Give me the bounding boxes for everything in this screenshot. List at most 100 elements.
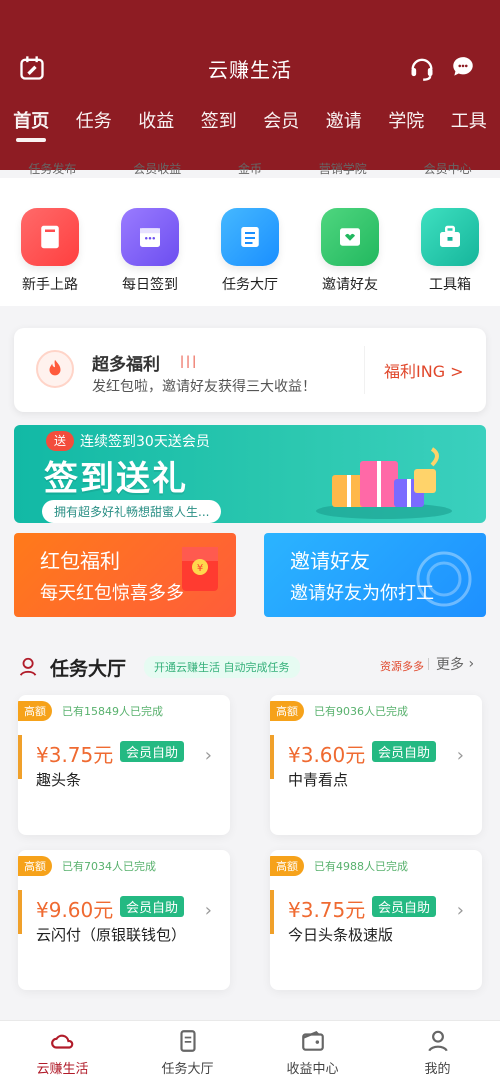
accent-stripe bbox=[18, 890, 22, 934]
user-outline-icon bbox=[19, 657, 37, 676]
more-link[interactable]: 更多 › bbox=[436, 654, 474, 674]
tab-invite[interactable]: 邀请 bbox=[313, 100, 376, 144]
bottom-nav-label: 收益中心 bbox=[286, 1061, 339, 1077]
task-card[interactable]: 高额 已有4988人已完成 ¥3.75元 会员自助 今日头条极速版 › bbox=[270, 850, 482, 990]
signin-banner-top: 连续签到30天送会员 bbox=[80, 434, 210, 450]
ghost-label: 会员中心 bbox=[423, 162, 472, 176]
signin-banner-sub: 拥有超多好礼畅想甜蜜人生... bbox=[42, 500, 222, 523]
document-icon bbox=[179, 1029, 196, 1052]
vip-badge: 会员自助 bbox=[372, 741, 437, 762]
welfare-link[interactable]: 福利ING > bbox=[384, 358, 464, 382]
chevron-right-icon: › bbox=[204, 900, 212, 921]
completed-count: 已有15849人已完成 bbox=[62, 705, 163, 718]
quick-action-label: 邀请好友 bbox=[322, 277, 378, 293]
redpacket-icon: ¥ bbox=[182, 547, 218, 591]
signin-banner[interactable]: 送 连续签到30天送会员 签到送礼 拥有超多好礼畅想甜蜜人生... bbox=[14, 425, 486, 523]
bottom-nav: 云赚生活 任务大厅 收益中心 我的 bbox=[0, 1020, 500, 1083]
user-icon bbox=[427, 1030, 448, 1051]
book-icon bbox=[21, 208, 79, 266]
signin-banner-title: 签到送礼 bbox=[44, 459, 188, 499]
top-nav: 首页 任务 收益 签到 会员 邀请 学院 工具 bbox=[0, 100, 500, 144]
invite-icon bbox=[321, 208, 379, 266]
welfare-card[interactable]: 超多福利 ||| 发红包啦，邀请好友获得三大收益！ 福利ING > bbox=[14, 328, 486, 412]
accent-stripe bbox=[18, 735, 22, 779]
vip-badge: 会员自助 bbox=[372, 896, 437, 917]
bottom-nav-earnings[interactable]: 收益中心 bbox=[250, 1021, 375, 1083]
ghost-label: 金币 bbox=[237, 162, 262, 176]
chevron-right-icon: › bbox=[456, 900, 464, 921]
accent-stripe bbox=[270, 735, 274, 779]
gift-badge: 送 bbox=[46, 431, 74, 451]
tab-academy[interactable]: 学院 bbox=[375, 100, 438, 144]
tab-home[interactable]: 首页 bbox=[0, 100, 63, 144]
calendar-icon bbox=[121, 208, 179, 266]
redpacket-subtitle: 每天红包惊喜多多 bbox=[40, 583, 184, 604]
divider bbox=[364, 346, 365, 394]
completed-count: 已有4988人已完成 bbox=[314, 860, 408, 873]
ghost-label: 会员收益 bbox=[133, 162, 182, 176]
bottom-nav-profile[interactable]: 我的 bbox=[375, 1021, 500, 1083]
ghost-label: 任务发布 bbox=[28, 162, 77, 176]
tab-tasks[interactable]: 任务 bbox=[63, 100, 126, 144]
completed-count: 已有9036人已完成 bbox=[314, 705, 408, 718]
quick-action-label: 任务大厅 bbox=[222, 277, 278, 293]
scrolled-labels: 任务发布 会员收益 金币 营销学院 会员中心 bbox=[0, 158, 500, 178]
wallet-icon bbox=[301, 1030, 324, 1051]
invite-card[interactable]: 邀请好友 邀请好友为你打工 bbox=[264, 533, 486, 617]
svg-text:¥: ¥ bbox=[197, 563, 203, 574]
task-price: ¥3.60元 bbox=[288, 743, 366, 767]
gift-boxes-icon bbox=[316, 447, 452, 519]
task-price: ¥3.75元 bbox=[288, 898, 366, 922]
tab-earnings[interactable]: 收益 bbox=[125, 100, 188, 144]
invite-card-title: 邀请好友 bbox=[290, 549, 370, 573]
quick-action-label: 每日签到 bbox=[122, 277, 178, 293]
quick-action-task-hall[interactable]: 任务大厅 bbox=[205, 208, 295, 294]
ghost-label: 营销学院 bbox=[318, 162, 367, 176]
bottom-nav-task-hall[interactable]: 任务大厅 bbox=[125, 1021, 250, 1083]
quick-actions-panel: 新手上路 每日签到 任务大厅 邀请好友 工具箱 bbox=[0, 178, 500, 306]
redpacket-card[interactable]: 红包福利 每天红包惊喜多多 ¥ bbox=[14, 533, 236, 617]
tab-vip[interactable]: 会员 bbox=[250, 100, 313, 144]
tab-tools[interactable]: 工具 bbox=[438, 100, 500, 144]
task-name: 今日头条极速版 bbox=[288, 926, 394, 944]
toolbox-icon bbox=[421, 208, 479, 266]
high-tag: 高额 bbox=[18, 701, 52, 721]
section-title: 任务大厅 bbox=[50, 658, 127, 680]
quick-action-daily-signin[interactable]: 每日签到 bbox=[105, 208, 195, 294]
vip-badge: 会员自助 bbox=[120, 896, 185, 917]
accent-stripe bbox=[270, 890, 274, 934]
invite-card-subtitle: 邀请好友为你打工 bbox=[290, 583, 434, 604]
high-tag: 高额 bbox=[270, 701, 304, 721]
task-name: 趣头条 bbox=[36, 771, 82, 789]
task-card[interactable]: 高额 已有7034人已完成 ¥9.60元 会员自助 云闪付（原银联钱包） › bbox=[18, 850, 230, 990]
quick-action-newbie[interactable]: 新手上路 bbox=[5, 208, 95, 294]
section-pill[interactable]: 开通云赚生活 自动完成任务 bbox=[144, 656, 300, 678]
top-header: 云赚生活 首页 任务 收益 签到 会员 邀请 学院 工具 bbox=[0, 0, 500, 170]
task-name: 云闪付（原银联钱包） bbox=[36, 926, 187, 944]
high-tag: 高额 bbox=[270, 856, 304, 876]
welfare-subtitle: 发红包啦，邀请好友获得三大收益！ bbox=[92, 379, 316, 395]
task-card[interactable]: 高额 已有9036人已完成 ¥3.60元 会员自助 中青看点 › bbox=[270, 695, 482, 835]
section-note: 资源多多 bbox=[380, 660, 424, 673]
headset-icon[interactable] bbox=[408, 54, 436, 82]
quick-actions-grid: 新手上路 每日签到 任务大厅 邀请好友 工具箱 bbox=[0, 208, 500, 294]
quick-action-label: 工具箱 bbox=[429, 277, 471, 293]
chat-icon[interactable] bbox=[450, 54, 476, 80]
go-decoration-icon bbox=[416, 551, 472, 607]
chevron-right-icon: › bbox=[204, 745, 212, 766]
quick-action-invite[interactable]: 邀请好友 bbox=[305, 208, 395, 294]
list-icon bbox=[221, 208, 279, 266]
welfare-title: 超多福利 bbox=[92, 355, 160, 375]
vip-badge: 会员自助 bbox=[120, 741, 185, 762]
quick-action-label: 新手上路 bbox=[22, 277, 78, 293]
chevron-right-icon: › bbox=[456, 745, 464, 766]
more-label: 更多 bbox=[436, 657, 464, 673]
high-tag: 高额 bbox=[18, 856, 52, 876]
bottom-nav-home[interactable]: 云赚生活 bbox=[0, 1021, 125, 1083]
flame-icon bbox=[36, 350, 74, 388]
header-bar: 云赚生活 bbox=[0, 40, 500, 96]
tab-signin[interactable]: 签到 bbox=[188, 100, 251, 144]
task-card[interactable]: 高额 已有15849人已完成 ¥3.75元 会员自助 趣头条 › bbox=[18, 695, 230, 835]
bottom-nav-label: 我的 bbox=[424, 1061, 451, 1077]
quick-action-toolbox[interactable]: 工具箱 bbox=[405, 208, 495, 294]
